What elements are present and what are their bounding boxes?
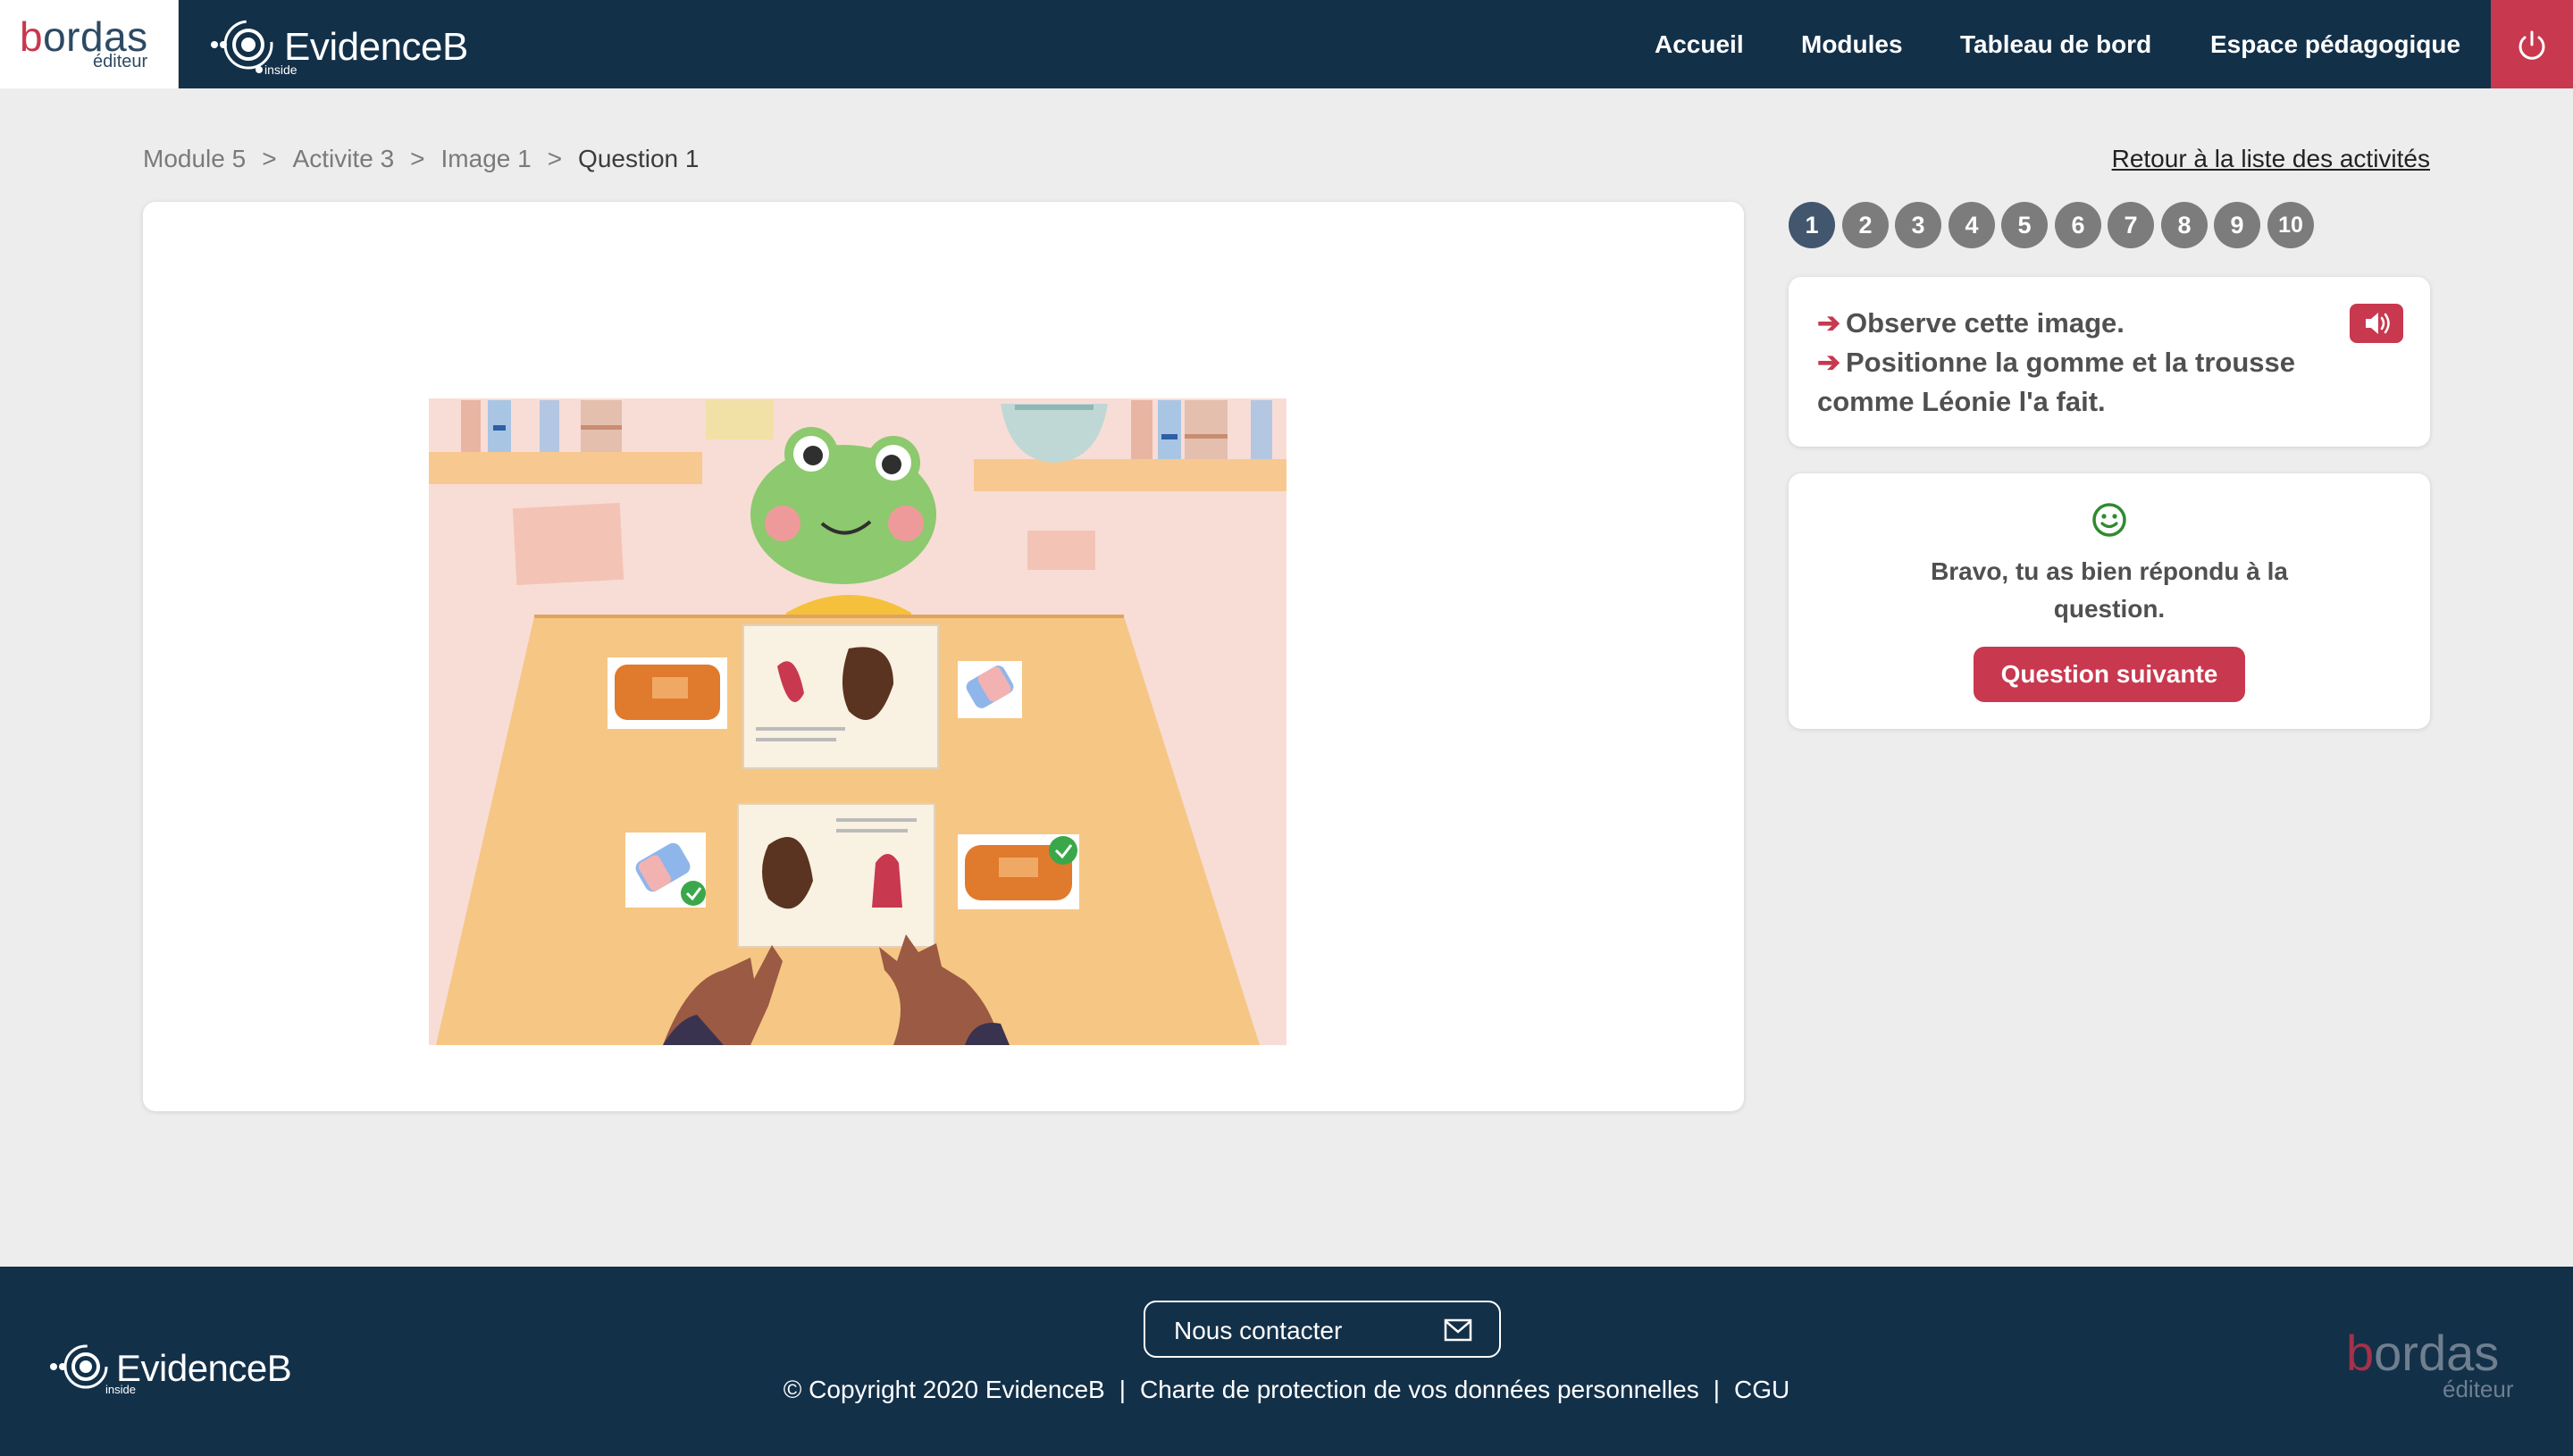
evidenceb-logo[interactable]: EvidenceB inside — [209, 11, 477, 79]
mail-icon — [1444, 1318, 1472, 1342]
question-pill-3[interactable]: 3 — [1895, 202, 1941, 248]
arrow-right-icon: ➔ — [1817, 307, 1840, 339]
breadcrumb-module[interactable]: Module 5 — [143, 145, 246, 172]
cgu-link[interactable]: CGU — [1734, 1376, 1789, 1403]
speaker-icon — [2366, 313, 2390, 334]
copyright-text: © Copyright 2020 EvidenceB — [783, 1376, 1105, 1403]
footer-separator: | — [1713, 1376, 1721, 1403]
question-pill-7[interactable]: 7 — [2108, 202, 2154, 248]
evidenceb-logo-word: EvidenceB — [284, 25, 468, 69]
bordas-logo-sub: éditeur — [93, 52, 148, 71]
question-pill-8[interactable]: 8 — [2161, 202, 2208, 248]
arrow-right-icon: ➔ — [1817, 347, 1840, 378]
instruction-text-3: comme Léonie l'a fait. — [1817, 386, 2106, 417]
question-pill-4[interactable]: 4 — [1949, 202, 1995, 248]
breadcrumb-separator: > — [547, 145, 563, 172]
bordas-logo[interactable]: bordas éditeur — [0, 0, 179, 88]
feedback-card: Bravo, tu as bien répondu à la question.… — [1789, 473, 2430, 729]
instruction-text-1: Observe cette image. — [1845, 307, 2125, 339]
breadcrumb-separator: > — [410, 145, 425, 172]
instruction-line-1: ➔ Observe cette image. — [1817, 307, 2125, 339]
feedback-message-line-2: question. — [2053, 595, 2166, 623]
smiley-icon — [2092, 503, 2126, 537]
breadcrumb-separator: > — [262, 145, 277, 172]
contact-button[interactable]: Nous contacter — [1144, 1301, 1501, 1358]
instruction-line-2: ➔ Positionne la gomme et la trousse — [1817, 347, 2295, 379]
question-pill-1[interactable]: 1 — [1789, 202, 1835, 248]
privacy-link[interactable]: Charte de protection de vos données pers… — [1140, 1376, 1699, 1403]
footer-links: © Copyright 2020 EvidenceB | Charte de pro… — [0, 1376, 2573, 1404]
instruction-text-2: Positionne la gomme et la trousse — [1845, 347, 2295, 378]
footer: EvidenceB inside Nous contacter © Copyri… — [0, 1267, 2573, 1456]
breadcrumb: Module 5 > Activite 3 > Image 1 > Question 1 — [143, 145, 699, 173]
breadcrumb-question: Question 1 — [578, 145, 700, 172]
feedback-message-line-1: Bravo, tu as bien répondu à la — [1931, 557, 2288, 585]
nav-espace-pedagogique[interactable]: Espace pédagogique — [2210, 30, 2460, 59]
top-header: bordas éditeur EvidenceB inside Accueil … — [0, 0, 2573, 88]
nav-accueil[interactable]: Accueil — [1655, 30, 1744, 59]
question-pill-6[interactable]: 6 — [2055, 202, 2101, 248]
activity-illustration — [429, 398, 1286, 1045]
logout-button[interactable] — [2491, 0, 2573, 88]
question-pill-10[interactable]: 10 — [2267, 202, 2314, 248]
contact-label: Nous contacter — [1174, 1317, 1343, 1344]
footer-separator: | — [1119, 1376, 1126, 1403]
activity-card — [143, 202, 1744, 1111]
footer-bordas-logo[interactable]: bordas éditeur — [2346, 1324, 2543, 1404]
back-to-activities-link[interactable]: Retour à la liste des activités — [2112, 145, 2430, 173]
footer-bordas-word: bordas — [2346, 1325, 2500, 1381]
nav-tableau-de-bord[interactable]: Tableau de bord — [1960, 30, 2151, 59]
question-pill-9[interactable]: 9 — [2214, 202, 2260, 248]
next-question-button[interactable]: Question suivante — [1974, 647, 2245, 702]
nav-modules[interactable]: Modules — [1801, 30, 1903, 59]
power-icon — [2519, 30, 2545, 60]
instructions-card: ➔ Observe cette image. ➔ Positionne la gom… — [1789, 277, 2430, 447]
breadcrumb-activity[interactable]: Activite 3 — [293, 145, 395, 172]
evidenceb-logo-sub: inside — [264, 63, 298, 77]
question-pill-2[interactable]: 2 — [1842, 202, 1889, 248]
breadcrumb-image[interactable]: Image 1 — [441, 145, 532, 172]
question-pill-5[interactable]: 5 — [2001, 202, 2048, 248]
footer-bordas-sub: éditeur — [2443, 1376, 2514, 1402]
play-audio-button[interactable] — [2350, 304, 2403, 343]
